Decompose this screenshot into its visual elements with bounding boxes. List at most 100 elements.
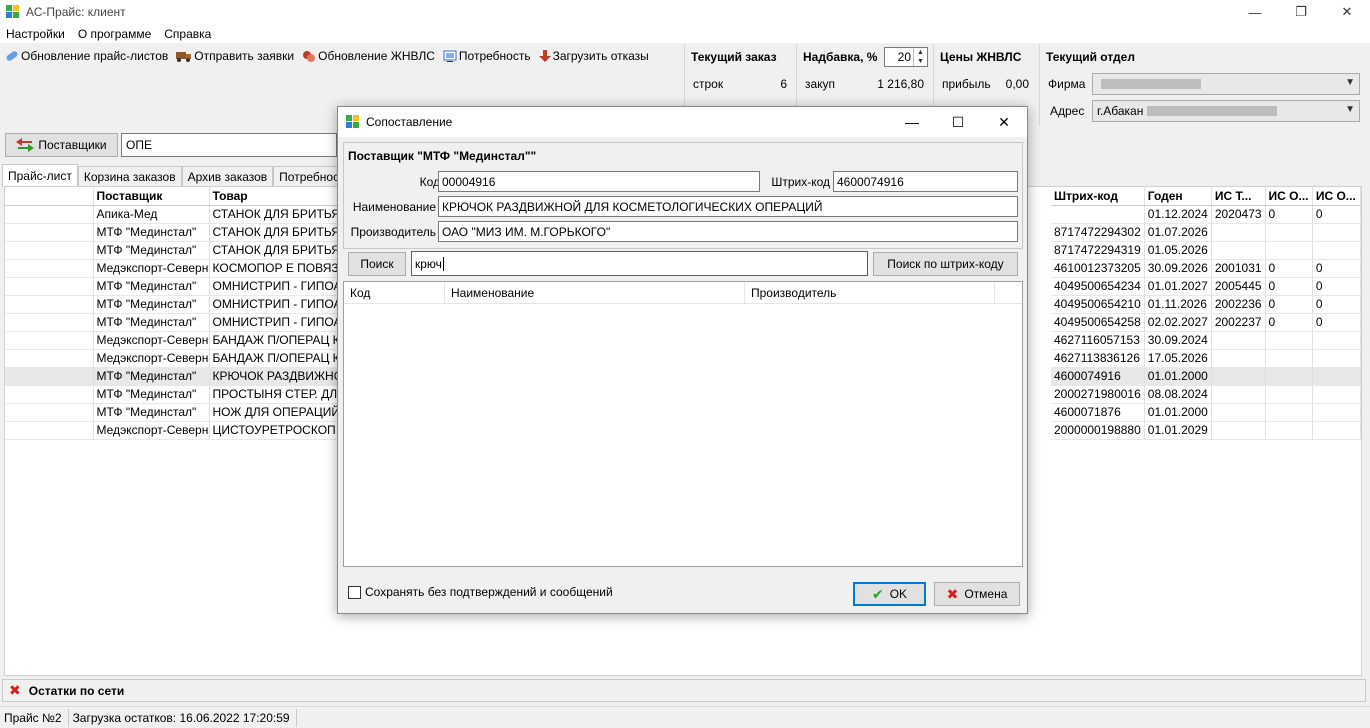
cell-supplier[interactable]: МТФ "Мединстал" (93, 367, 210, 386)
cell-valid-until[interactable]: 08.08.2024 (1144, 385, 1212, 404)
table-row[interactable]: 2000271980016 08.08.2024 (1051, 385, 1362, 404)
cell-product[interactable]: СТАНОК ДЛЯ БРИТЬЯ (209, 241, 340, 260)
cell-barcode[interactable]: 4600071876 (1051, 403, 1145, 422)
result-col-code[interactable]: Код (344, 282, 445, 304)
cell-is-o2[interactable] (1312, 349, 1362, 368)
cell-product[interactable]: КОСМОПОР Е ПОВЯЗК (209, 259, 340, 278)
cell-is-t[interactable]: 2002237 (1211, 313, 1266, 332)
cell-valid-until[interactable]: 30.09.2026 (1144, 259, 1212, 278)
cell-supplier[interactable]: МТФ "Мединстал" (93, 385, 210, 404)
cell-is-t[interactable] (1211, 349, 1266, 368)
table-row[interactable]: 4600071876 01.01.2000 (1051, 403, 1362, 422)
cell-product[interactable]: ЦИСТОУРЕТРОСКОП С (209, 421, 340, 440)
cell-is-o2[interactable]: 0 (1312, 295, 1362, 314)
table-row[interactable]: 4049500654234 01.01.2027 2005445 0 0 (1051, 277, 1362, 296)
load-refusals-button[interactable]: Загрузить отказы (538, 49, 649, 63)
close-button[interactable]: ✕ (1324, 0, 1370, 24)
barcode-search-button[interactable]: Поиск по штрих-коду (873, 252, 1018, 276)
cell-product[interactable]: ОМНИСТРИП - ГИПОА (209, 277, 340, 296)
cell-supplier[interactable]: МТФ "Мединстал" (93, 403, 210, 422)
menu-settings[interactable]: Настройки (6, 27, 65, 41)
restore-button[interactable]: ❐ (1278, 0, 1324, 24)
cell-barcode[interactable]: 2000000198880 (1051, 421, 1145, 440)
cell-is-t[interactable] (1211, 385, 1266, 404)
cell-is-o1[interactable] (1265, 385, 1313, 404)
cell-is-o2[interactable] (1312, 223, 1362, 242)
cell-valid-until[interactable]: 01.07.2026 (1144, 223, 1212, 242)
cell-is-o2[interactable]: 0 (1312, 313, 1362, 332)
cell-is-o1[interactable] (1265, 331, 1313, 350)
cell-supplier[interactable]: Медэкспорт-Северн (93, 331, 210, 350)
code-field[interactable]: 00004916 (438, 171, 760, 192)
name-field[interactable]: КРЮЧОК РАЗДВИЖНОЙ ДЛЯ КОСМЕТОЛОГИЧЕСКИХ … (438, 196, 1018, 217)
barcode-field[interactable]: 4600074916 (833, 171, 1018, 192)
cell-is-t[interactable]: 2002236 (1211, 295, 1266, 314)
cell-valid-until[interactable]: 01.01.2000 (1144, 367, 1212, 386)
table-row[interactable]: МТФ "Мединстал" ОМНИСТРИП - ГИПОА (5, 277, 340, 296)
col-is-o1-header[interactable]: ИС О... (1265, 187, 1313, 206)
cell-valid-until[interactable]: 01.01.2000 (1144, 403, 1212, 422)
cell-valid-until[interactable]: 01.11.2026 (1144, 295, 1212, 314)
result-list[interactable]: Код Наименование Производитель (343, 281, 1023, 567)
table-row[interactable]: 2000000198880 01.01.2029 (1051, 421, 1362, 440)
table-row[interactable]: МТФ "Мединстал" ПРОСТЫНЯ СТЕР. ДЛЯ (5, 385, 340, 404)
cell-is-o1[interactable] (1265, 367, 1313, 386)
cell-supplier[interactable]: МТФ "Мединстал" (93, 277, 210, 296)
address-select[interactable]: г.Абакан ▼ (1092, 100, 1360, 122)
cell-barcode[interactable]: 2000271980016 (1051, 385, 1145, 404)
table-row[interactable]: МТФ "Мединстал" ОМНИСТРИП - ГИПОА (5, 313, 340, 332)
silent-save-checkbox[interactable]: Сохранять без подтверждений и сообщений (348, 585, 613, 599)
stock-panel-bar[interactable]: ✖ Остатки по сети (2, 679, 1366, 702)
cell-barcode[interactable]: 4049500654234 (1051, 277, 1145, 296)
cell-valid-until[interactable]: 30.09.2024 (1144, 331, 1212, 350)
cell-is-o1[interactable] (1265, 223, 1313, 242)
cell-supplier[interactable]: Медэкспорт-Северн (93, 259, 210, 278)
cell-is-o2[interactable]: 0 (1312, 277, 1362, 296)
firm-select[interactable]: ▼ (1092, 73, 1360, 95)
tab-order-cart[interactable]: Корзина заказов (77, 166, 182, 187)
cell-is-o2[interactable] (1312, 331, 1362, 350)
cell-is-o2[interactable] (1312, 403, 1362, 422)
table-row[interactable]: МТФ "Мединстал" КРЮЧОК РАЗДВИЖНО (5, 367, 340, 386)
cell-product[interactable]: ОМНИСТРИП - ГИПОА (209, 313, 340, 332)
table-row[interactable]: Медэкспорт-Северн ЦИСТОУРЕТРОСКОП С (5, 421, 340, 440)
cell-is-o2[interactable] (1312, 385, 1362, 404)
cell-is-t[interactable] (1211, 331, 1266, 350)
col-is-t-header[interactable]: ИС Т... (1211, 187, 1266, 206)
col-is-o2-header[interactable]: ИС О... (1312, 187, 1362, 206)
cell-is-t[interactable] (1211, 367, 1266, 386)
col-barcode-header[interactable]: Штрих-код (1051, 187, 1145, 206)
cell-barcode[interactable]: 4627116057153 (1051, 331, 1145, 350)
cell-barcode[interactable]: 4049500654258 (1051, 313, 1145, 332)
cell-barcode[interactable] (1051, 205, 1145, 224)
cell-is-o1[interactable]: 0 (1265, 313, 1313, 332)
table-row[interactable]: 4627113836126 17.05.2026 (1051, 349, 1362, 368)
need-button[interactable]: Потребность (443, 49, 531, 63)
table-row[interactable]: МТФ "Мединстал" ОМНИСТРИП - ГИПОА (5, 295, 340, 314)
cell-product[interactable]: НОЖ ДЛЯ ОПЕРАЦИЙ (209, 403, 340, 422)
cell-barcode[interactable]: 8717472294319 (1051, 241, 1145, 260)
table-row[interactable]: 4049500654258 02.02.2027 2002237 0 0 (1051, 313, 1362, 332)
cell-is-t[interactable] (1211, 241, 1266, 260)
table-row[interactable]: 4627116057153 30.09.2024 (1051, 331, 1362, 350)
cell-is-o2[interactable] (1312, 367, 1362, 386)
cell-valid-until[interactable]: 17.05.2026 (1144, 349, 1212, 368)
cell-product[interactable]: КРЮЧОК РАЗДВИЖНО (209, 367, 340, 386)
menu-about[interactable]: О программе (78, 27, 151, 41)
cell-is-o1[interactable]: 0 (1265, 277, 1313, 296)
cell-product[interactable]: ПРОСТЫНЯ СТЕР. ДЛЯ (209, 385, 340, 404)
cell-supplier[interactable]: Апика-Мед (93, 205, 210, 224)
cell-is-o1[interactable]: 0 (1265, 205, 1313, 224)
cell-is-o2[interactable] (1312, 241, 1362, 260)
cell-barcode[interactable]: 4600074916 (1051, 367, 1145, 386)
cell-is-t[interactable]: 2001031 (1211, 259, 1266, 278)
cell-supplier[interactable]: МТФ "Мединстал" (93, 313, 210, 332)
tab-price-list[interactable]: Прайс-лист (2, 164, 78, 187)
cell-is-t[interactable]: 2020473 (1211, 205, 1266, 224)
dialog-maximize-button[interactable]: ☐ (935, 107, 981, 137)
table-row[interactable]: МТФ "Мединстал" СТАНОК ДЛЯ БРИТЬЯ (5, 241, 340, 260)
tab-order-archive[interactable]: Архив заказов (181, 166, 274, 187)
checkbox-box[interactable] (348, 585, 361, 599)
cell-valid-until[interactable]: 01.05.2026 (1144, 241, 1212, 260)
markup-spinner[interactable]: 20 ▲ ▼ (884, 47, 928, 67)
